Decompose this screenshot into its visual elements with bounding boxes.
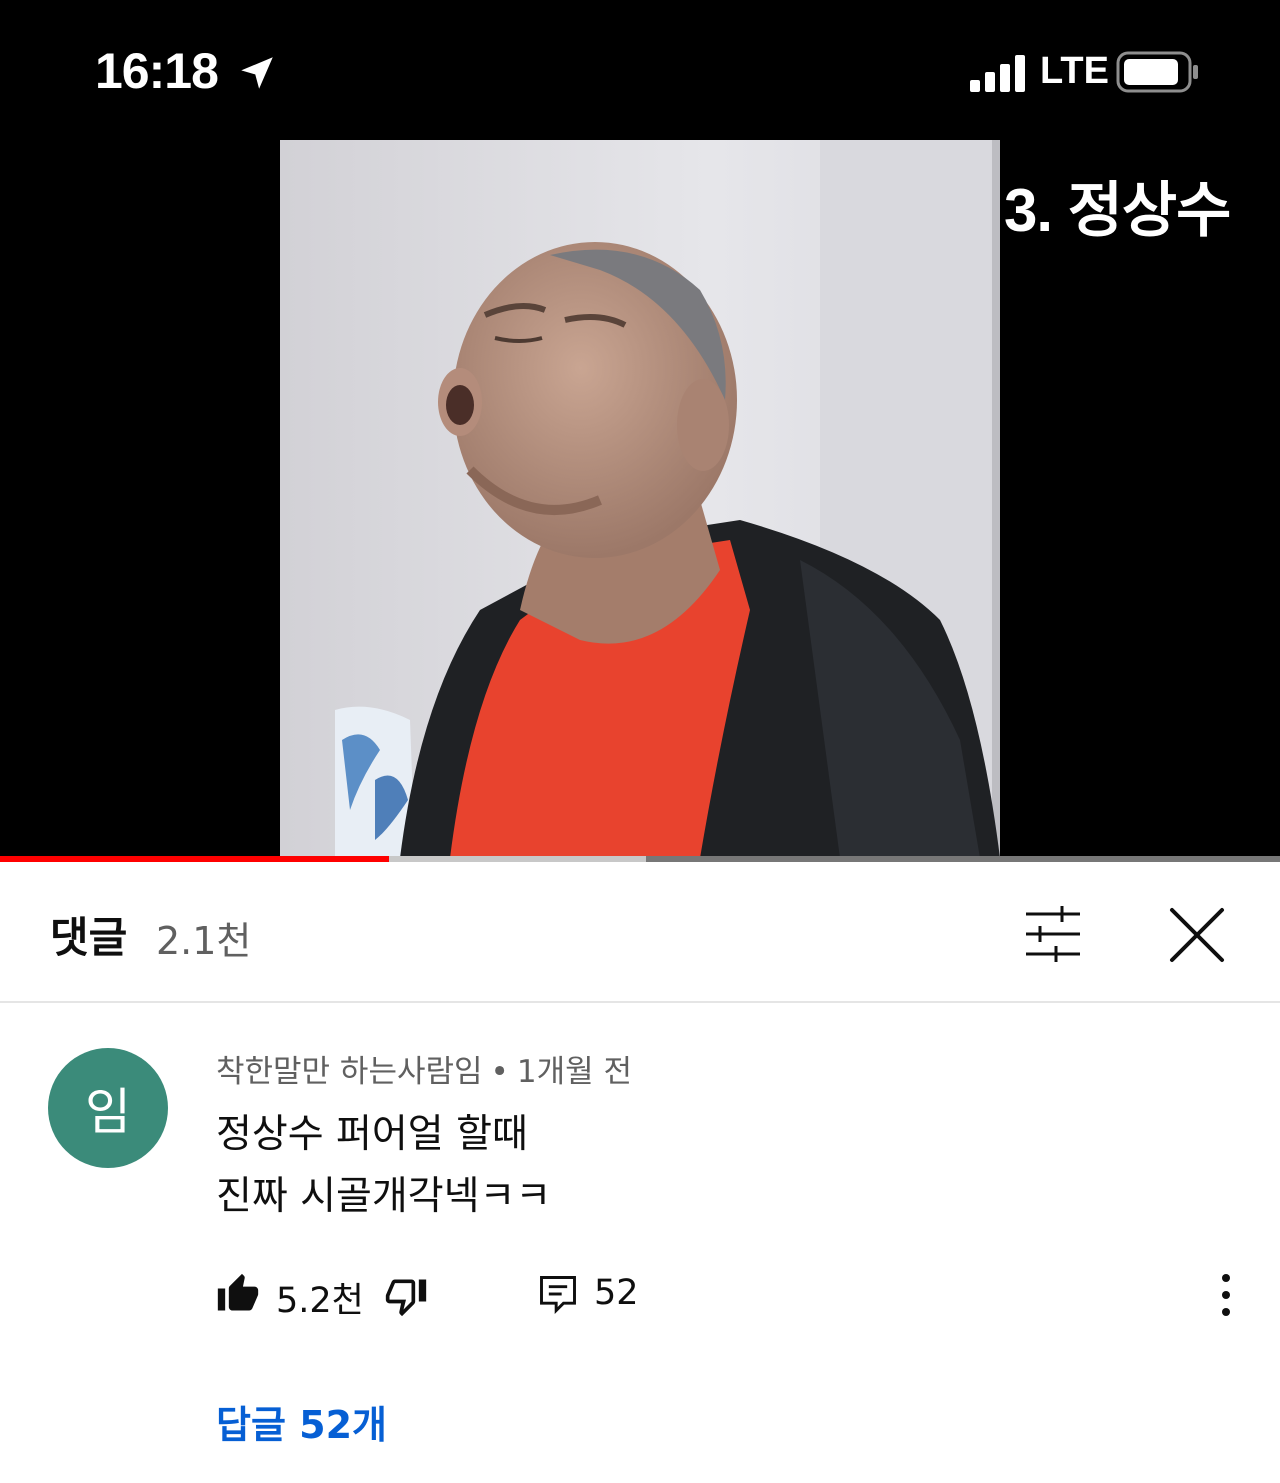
- comment-actions: 5.2천 52: [0, 1262, 1280, 1326]
- reply-count: 52: [594, 1273, 639, 1313]
- thumbs-up-filled-icon[interactable]: [216, 1272, 260, 1316]
- close-icon[interactable]: [1164, 902, 1230, 968]
- avatar[interactable]: 임: [48, 1048, 168, 1168]
- more-vertical-icon[interactable]: [1206, 1270, 1246, 1320]
- comments-title: 댓글: [50, 913, 128, 962]
- comment-time: 1개월 전: [516, 1054, 632, 1090]
- location-arrow-icon: [241, 57, 273, 89]
- video-overlay-title: 3. 정상수: [1004, 177, 1231, 244]
- meta-separator: •: [490, 1054, 509, 1090]
- replies-link[interactable]: 답글 52개: [216, 1394, 387, 1449]
- status-time: 16:18: [95, 43, 219, 99]
- thumbs-down-icon[interactable]: [384, 1274, 428, 1318]
- reply-comment-icon[interactable]: [536, 1272, 580, 1316]
- comment-author[interactable]: 착한말만 하는사람임: [216, 1054, 483, 1090]
- comments-header: 댓글 2.1천: [0, 862, 1280, 1002]
- comment-line: 정상수 퍼어얼 할때: [216, 1112, 528, 1157]
- network-type: LTE: [1040, 50, 1109, 92]
- comment-line: 진짜 시골개각넥ㅋㅋ: [216, 1174, 552, 1219]
- header-divider: [0, 1001, 1280, 1003]
- video-player[interactable]: 3. 정상수: [0, 140, 1280, 858]
- status-bar: 16:18 LTE: [0, 0, 1280, 140]
- comments-count: 2.1천: [156, 919, 252, 963]
- video-frame: [280, 140, 1000, 858]
- avatar-letter: 임: [85, 1083, 131, 1141]
- battery-icon: [1116, 51, 1198, 93]
- comment-meta: 착한말만 하는사람임 • 1개월 전: [216, 1046, 632, 1091]
- signal-bars-icon: [970, 55, 1025, 92]
- like-count: 5.2천: [276, 1281, 364, 1321]
- sort-sliders-icon[interactable]: [1018, 902, 1088, 966]
- comment-text: 정상수 퍼어얼 할때 진짜 시골개각넥ㅋㅋ: [216, 1104, 551, 1228]
